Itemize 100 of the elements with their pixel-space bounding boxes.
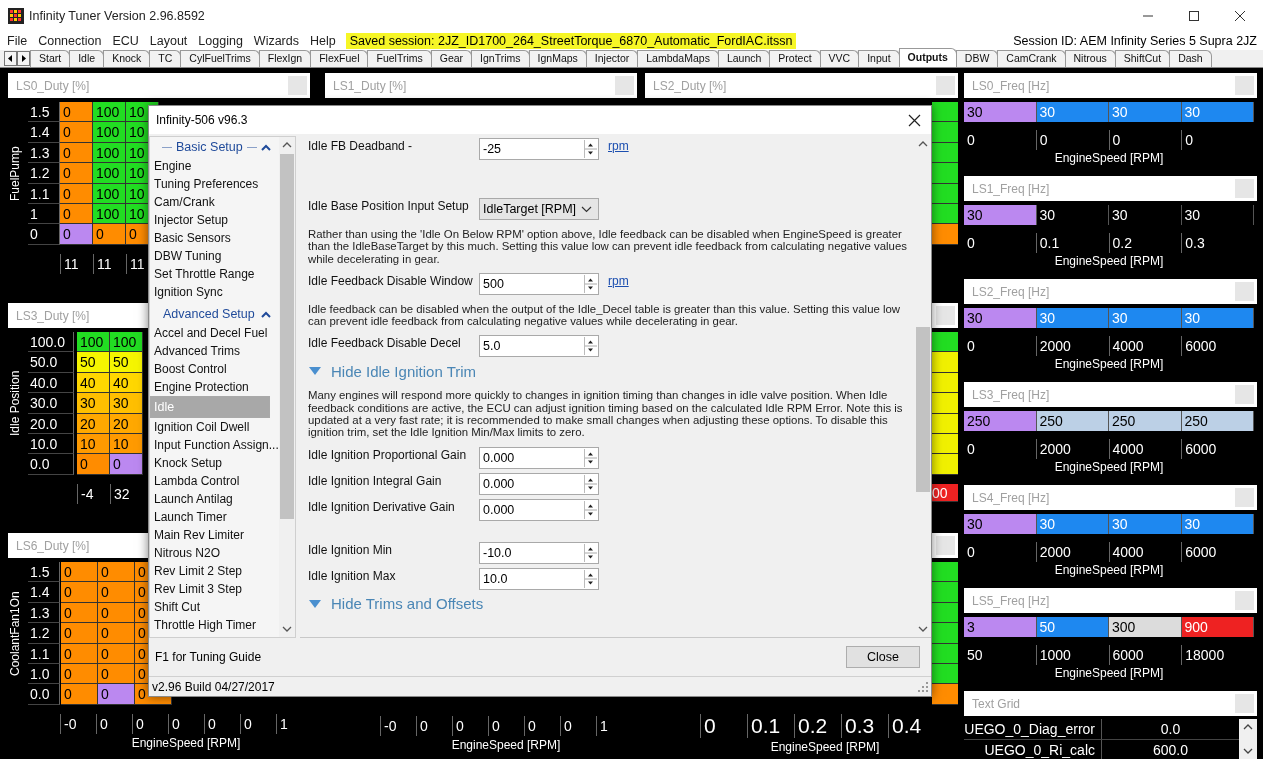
axis-title: EngineSpeed [RPM]	[130, 736, 242, 750]
tab[interactable]: Input	[858, 50, 900, 67]
chevron-up-icon[interactable]	[918, 140, 928, 147]
saved-session-label: Saved session: 2JZ_ID1700_264_StreetTorque_6870_Automatic_FordIAC.itssn	[345, 33, 797, 49]
tab[interactable]: IgnMaps	[528, 50, 587, 67]
menu-item[interactable]: Wizards	[253, 34, 299, 48]
chevron-up-icon[interactable]	[261, 310, 271, 318]
nav-item[interactable]: Launch Timer	[150, 508, 279, 526]
table-cell: 0	[61, 602, 98, 624]
nav-item[interactable]: Engine Protection	[150, 378, 279, 396]
number-field[interactable]: 0.000	[479, 446, 599, 469]
table-cell: 0	[60, 122, 93, 143]
nav-group-title[interactable]: Advanced Setup	[163, 307, 255, 321]
chevron-up-icon[interactable]	[282, 141, 292, 148]
scrollbar[interactable]	[915, 136, 931, 637]
menu-item[interactable]: Connection	[38, 34, 102, 48]
field-label: Idle Ignition Min	[308, 541, 394, 558]
nav-item[interactable]: Lambda Control	[150, 472, 279, 490]
chevron-down-icon[interactable]	[581, 205, 592, 213]
menu-item[interactable]: Layout	[149, 34, 188, 48]
tab[interactable]: Outputs	[898, 48, 957, 67]
axis-tick: 0	[168, 714, 204, 734]
table-cell: 300	[1109, 617, 1182, 637]
table-cell: UEGO_0_Diag_error	[964, 719, 1102, 739]
spin-arrows-icon[interactable]	[584, 543, 597, 562]
tab[interactable]: Start	[30, 50, 71, 67]
panel-title: Text Grid	[972, 696, 1020, 711]
number-field[interactable]: -25	[479, 138, 599, 160]
dropdown[interactable]: IdleTarget [RPM]	[479, 198, 599, 220]
tab[interactable]: LambdaMaps	[637, 50, 719, 67]
axis-tick: 0	[966, 337, 976, 356]
spin-arrows-icon[interactable]	[584, 140, 597, 158]
chevron-up-icon[interactable]	[1243, 723, 1253, 730]
axis-tick: 4000	[1108, 336, 1182, 356]
menu-item[interactable]: Logging	[198, 34, 243, 48]
table-cell: 30	[1181, 514, 1254, 534]
spin-arrows-icon[interactable]	[584, 500, 597, 519]
nav-item[interactable]: Accel and Decel Fuel	[150, 324, 279, 342]
unit-link[interactable]: rpm	[608, 138, 629, 154]
window-title: Infinity Tuner Version 2.96.8592	[29, 9, 206, 23]
chevron-down-icon[interactable]	[282, 626, 292, 633]
number-field[interactable]: 10.0	[479, 567, 599, 590]
triangle-down-icon[interactable]	[308, 598, 322, 609]
spin-arrows-icon[interactable]	[584, 569, 597, 588]
nav-item[interactable]: Ignition Coil Dwell	[150, 418, 279, 436]
nav-item[interactable]: Knock Setup	[150, 454, 279, 472]
spin-arrows-icon[interactable]	[584, 448, 597, 467]
chevron-up-icon[interactable]	[261, 143, 271, 151]
scroll-left-icon[interactable]	[4, 51, 17, 66]
triangle-down-icon[interactable]	[308, 366, 322, 377]
menu-item[interactable]: Help	[310, 34, 336, 48]
panel-title: LS0_Duty [%]	[16, 78, 90, 93]
axis-tick: 0	[240, 714, 276, 734]
menu-item[interactable]: File	[7, 34, 28, 48]
nav-item[interactable]: Main Rev Limiter	[150, 526, 279, 544]
tab[interactable]: CylFuelTrims	[180, 50, 260, 67]
nav-group-title[interactable]: Basic Setup	[176, 140, 243, 154]
tab[interactable]: FlexIgn	[258, 50, 312, 67]
tab[interactable]: IgnTrims	[471, 50, 530, 67]
nav-item[interactable]: Boost Control	[150, 360, 279, 378]
resize-grip-icon[interactable]	[918, 681, 928, 692]
nav-item[interactable]: Advanced Trims	[150, 342, 279, 360]
nav-item[interactable]: Input Function Assign...	[150, 436, 279, 454]
close-button[interactable]: Close	[846, 646, 920, 668]
scrollbar[interactable]	[279, 137, 295, 637]
section-toggle[interactable]: Hide Idle Ignition Trim	[331, 363, 477, 380]
axis-tick: -0	[380, 716, 416, 736]
table-cell: 30	[964, 308, 1037, 328]
unit-link[interactable]: rpm	[608, 272, 629, 289]
chevron-down-icon[interactable]	[918, 626, 928, 633]
table-cell: 0	[61, 684, 98, 705]
menu-item[interactable]: ECU	[112, 34, 139, 48]
panel-title: LS5_Freq [Hz]	[972, 593, 1050, 608]
number-field[interactable]: 5.0	[479, 335, 599, 358]
description-text: Rather than using the 'Idle On Below RPM' option above, Idle feedback can be disabled when EngineSpeed is greater than the IdleBaseTarget by this much. Setting this value low can prevent idle feedback from calculating negative values while decelerating in gear.	[308, 228, 908, 265]
maximize-icon[interactable]	[1188, 10, 1200, 22]
axis-tick: 0.2	[794, 713, 841, 738]
nav-item[interactable]: Nitrous N2O	[150, 544, 279, 562]
nav-item[interactable]: Launch Antilag	[150, 490, 279, 508]
tab[interactable]: Dash	[1169, 50, 1212, 67]
close-icon[interactable]	[908, 113, 921, 127]
table-cell: 0	[60, 183, 93, 204]
spin-arrows-icon[interactable]	[584, 337, 597, 356]
scrollbar[interactable]	[1239, 719, 1257, 759]
scroll-right-icon[interactable]	[17, 51, 30, 66]
number-field[interactable]: -10.0	[479, 541, 599, 564]
section-toggle[interactable]: Hide Trims and Offsets	[331, 595, 484, 613]
spin-arrows-icon[interactable]	[584, 474, 597, 493]
close-icon[interactable]	[1234, 10, 1246, 22]
panel-title: LS3_Duty [%]	[16, 308, 90, 323]
number-field[interactable]: 0.000	[479, 498, 599, 521]
chevron-down-icon[interactable]	[1243, 748, 1253, 755]
row-label: 10.0	[28, 433, 74, 455]
tab[interactable]: Injector	[585, 50, 639, 67]
spin-arrows-icon[interactable]	[584, 274, 597, 293]
number-field[interactable]: 0.000	[479, 472, 599, 495]
number-field[interactable]: 500	[479, 272, 599, 295]
session-id-label: Session ID: AEM Infinity Series 5 Supra 2JZ	[1013, 34, 1257, 48]
nav-item[interactable]: Ignition Sync	[150, 283, 279, 301]
table-cell: 30	[1181, 308, 1254, 328]
